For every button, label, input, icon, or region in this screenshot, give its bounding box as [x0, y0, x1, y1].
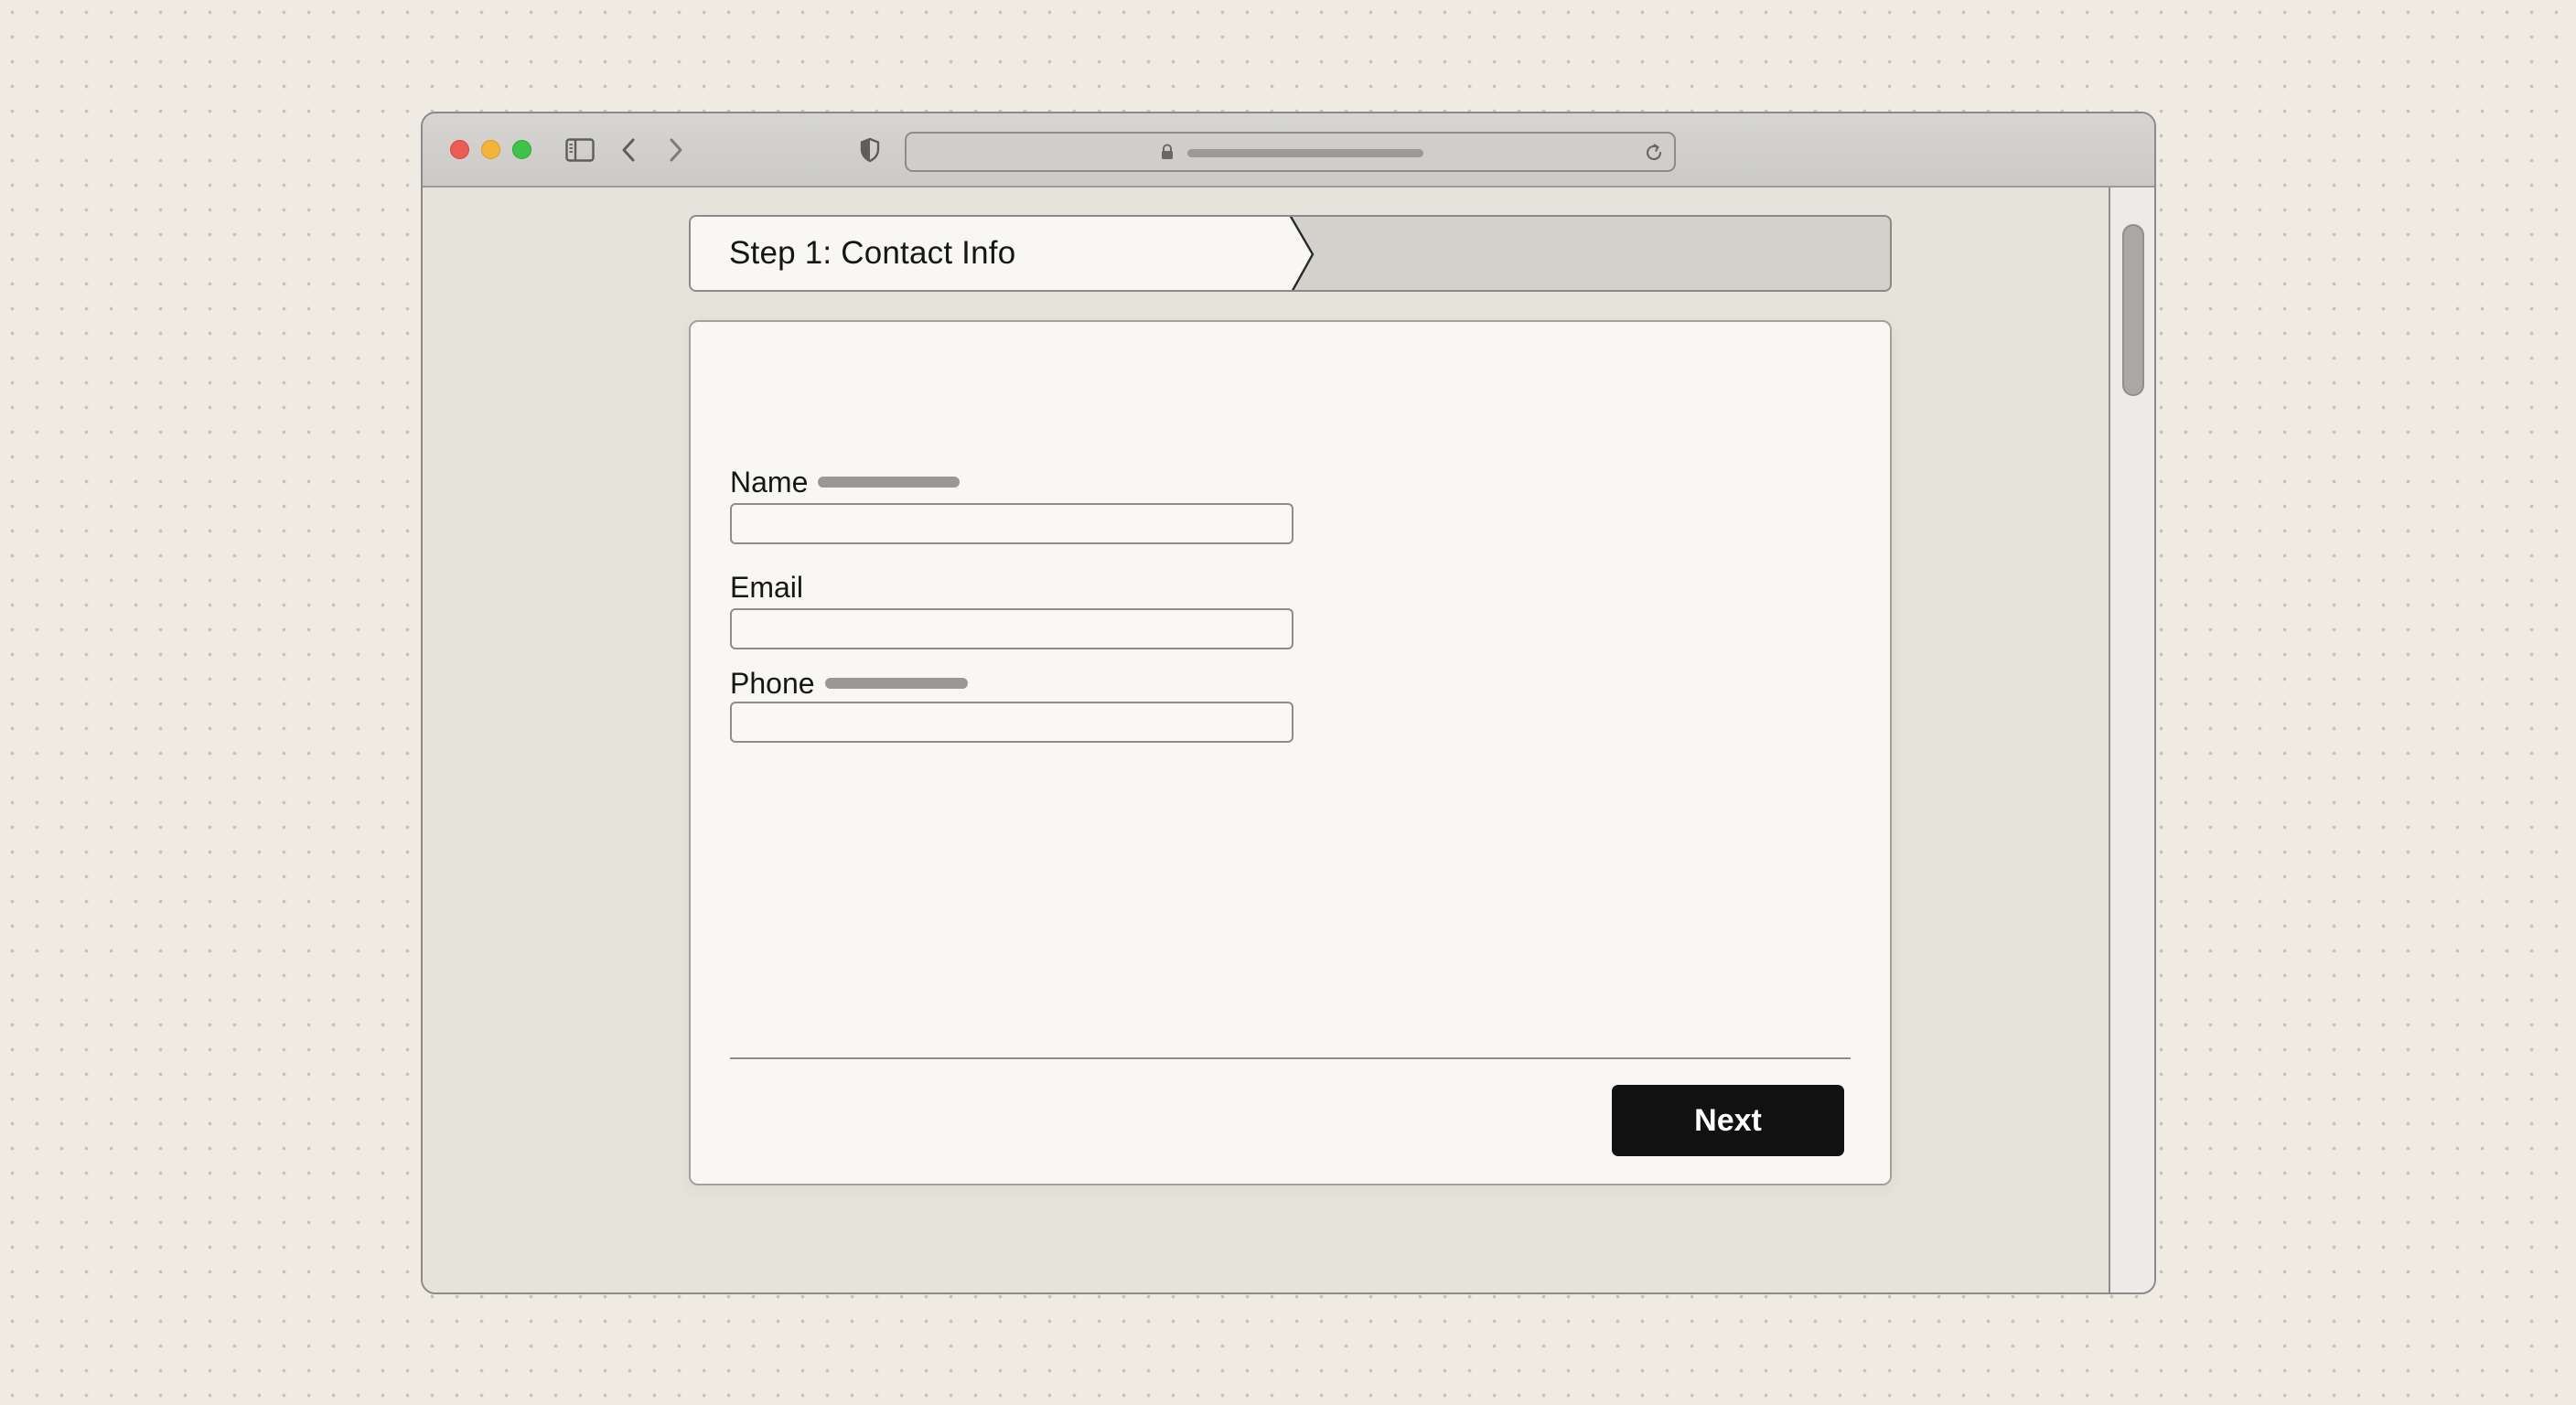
- page-viewport: Step 1: Contact Info Name Email Phone Ne…: [423, 188, 2110, 1292]
- reload-icon[interactable]: [1643, 142, 1665, 164]
- progress-stepper: Step 1: Contact Info: [689, 215, 1892, 292]
- close-window-button[interactable]: [450, 140, 469, 159]
- chevron-right-icon[interactable]: [662, 134, 690, 166]
- maximize-window-button[interactable]: [512, 140, 531, 159]
- name-label: Name: [730, 466, 809, 499]
- email-label: Email: [730, 571, 804, 604]
- chevron-left-icon[interactable]: [615, 134, 642, 166]
- next-button[interactable]: Next: [1612, 1085, 1844, 1156]
- name-input[interactable]: [730, 503, 1293, 544]
- url-text-placeholder: [1187, 149, 1423, 157]
- phone-input[interactable]: [730, 702, 1293, 743]
- contact-form-card: Name Email Phone Next: [689, 320, 1892, 1185]
- email-input[interactable]: [730, 608, 1293, 649]
- browser-toolbar: [423, 113, 2154, 188]
- browser-window: Step 1: Contact Info Name Email Phone Ne…: [421, 112, 2156, 1294]
- minimize-window-button[interactable]: [481, 140, 500, 159]
- vertical-scrollbar[interactable]: [2109, 188, 2154, 1292]
- sidebar-icon[interactable]: [564, 134, 596, 166]
- form-footer-divider: [730, 1057, 1851, 1059]
- current-step-label: Step 1: Contact Info: [729, 235, 1016, 271]
- phone-label: Phone: [730, 667, 815, 700]
- lock-icon: [1162, 144, 1173, 159]
- scrollbar-thumb[interactable]: [2122, 224, 2144, 396]
- phone-hint-placeholder: [825, 678, 968, 689]
- address-bar[interactable]: [905, 132, 1676, 172]
- name-hint-placeholder: [818, 477, 960, 488]
- shield-icon[interactable]: [856, 134, 884, 166]
